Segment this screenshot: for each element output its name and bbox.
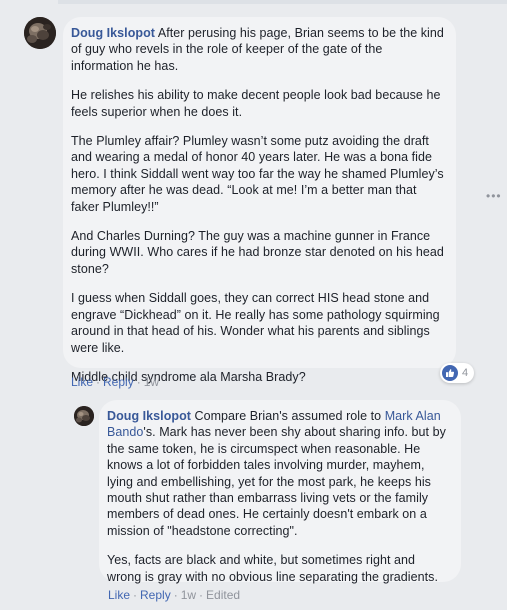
comment-timestamp[interactable]: 1w	[144, 375, 159, 389]
edited-label[interactable]: Edited	[206, 588, 240, 602]
reply-bubble: Doug Ikslopot Compare Brian's assumed ro…	[99, 400, 461, 584]
separator-dot: ·	[136, 375, 141, 389]
comment-paragraph-5: I guess when Siddall goes, they can corr…	[71, 291, 440, 355]
separator-dot: ·	[199, 588, 204, 602]
reply-timestamp[interactable]: 1w	[181, 588, 196, 602]
avatar-photo	[74, 406, 94, 426]
reply-text-rest: 's. Mark has never been shy about sharin…	[107, 425, 446, 538]
comment-paragraph-4: And Charles Durning? The guy was a machi…	[71, 229, 444, 276]
reply-paragraph-1: Doug Ikslopot Compare Brian's assumed ro…	[107, 408, 451, 539]
comment-bubble: Doug Ikslopot After perusing his page, B…	[63, 17, 456, 384]
reply-paragraph-2: Yes, facts are black and white, but some…	[107, 553, 438, 584]
comment-paragraph-2: He relishes his ability to make decent p…	[71, 88, 441, 119]
avatar[interactable]	[24, 17, 56, 49]
reply-text-intro: Compare Brian's assumed role to	[194, 409, 382, 423]
comment-paragraph-1: Doug Ikslopot After perusing his page, B…	[71, 25, 444, 74]
comment-actions: Like · Reply · 1w	[71, 375, 159, 389]
thumbs-up-icon	[442, 365, 458, 381]
previous-comment-bubble-edge	[58, 0, 507, 4]
previous-comment-edge	[0, 0, 507, 4]
reaction-count: 4	[462, 367, 469, 379]
reply-button[interactable]: Reply	[140, 588, 171, 602]
separator-dot: ·	[173, 588, 178, 602]
separator-dot: ·	[133, 588, 138, 602]
avatar-photo	[24, 17, 56, 49]
comment-paragraph-3: The Plumley affair? Plumley wasn’t some …	[71, 134, 444, 214]
reply-author-link[interactable]: Doug Ikslopot	[107, 409, 191, 423]
like-button[interactable]: Like	[71, 375, 93, 389]
reaction-count-badge[interactable]: 4	[440, 363, 475, 383]
comment-author-link[interactable]: Doug Ikslopot	[71, 26, 155, 40]
like-button[interactable]: Like	[108, 588, 130, 602]
reply-actions: Like · Reply · 1w · Edited	[108, 588, 240, 602]
reply-avatar[interactable]	[74, 406, 94, 426]
reply-button[interactable]: Reply	[103, 375, 134, 389]
more-options-icon[interactable]: •••	[486, 190, 502, 202]
separator-dot: ·	[96, 375, 101, 389]
